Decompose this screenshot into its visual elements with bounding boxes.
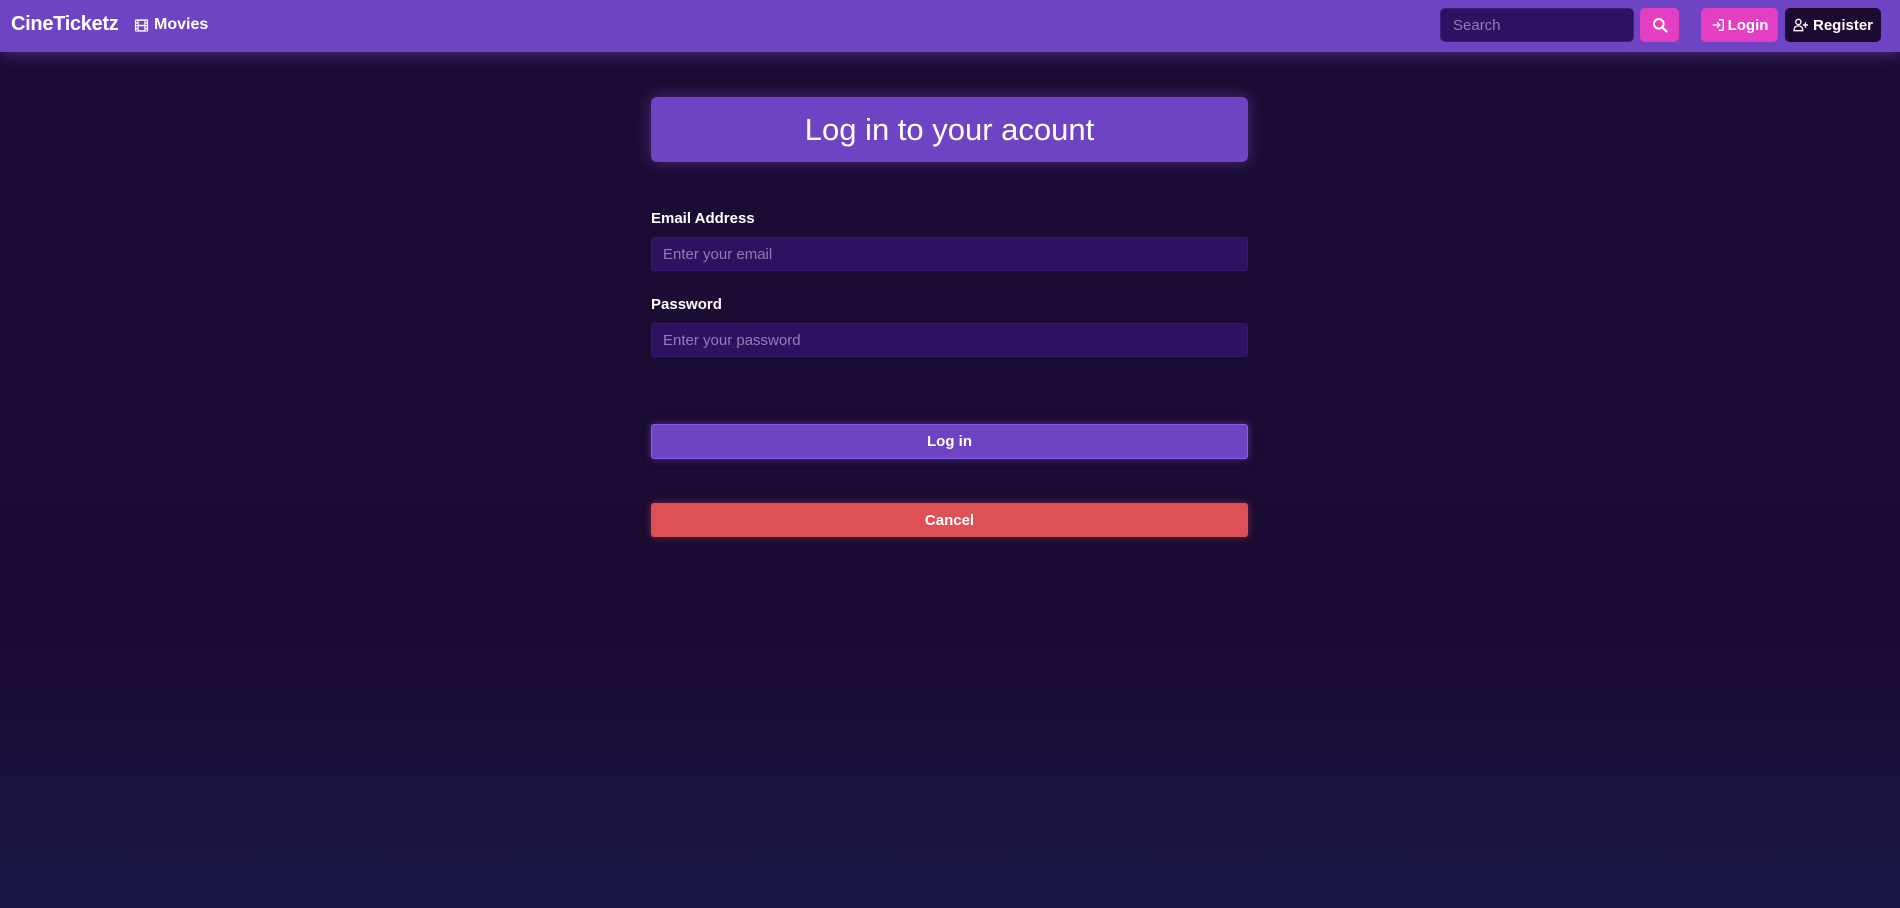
register-button-label: Register xyxy=(1812,16,1874,34)
email-field[interactable] xyxy=(651,237,1248,271)
brand-logo[interactable]: CineTicketz xyxy=(11,13,119,36)
film-icon xyxy=(134,18,149,33)
password-field[interactable] xyxy=(651,323,1248,357)
title-banner: Log in to your acount xyxy=(651,97,1248,162)
page-title: Log in to your acount xyxy=(804,111,1095,147)
search-button[interactable] xyxy=(1640,8,1679,42)
search-input[interactable] xyxy=(1440,8,1634,42)
login-button-label: Login xyxy=(1727,16,1769,34)
search-icon xyxy=(1652,17,1668,33)
cancel-button[interactable]: Cancel xyxy=(651,503,1248,537)
top-navbar: CineTicketz Movies Search Login Register xyxy=(0,0,1900,52)
login-submit-button[interactable]: Log in xyxy=(651,424,1248,459)
sign-in-icon xyxy=(1711,18,1725,32)
nav-link-movies-label: Movies xyxy=(154,16,209,33)
password-label: Password xyxy=(651,296,722,313)
login-button[interactable]: Login xyxy=(1701,8,1778,42)
register-button[interactable]: Register xyxy=(1785,8,1881,42)
email-label: Email Address xyxy=(651,210,755,227)
user-plus-icon xyxy=(1793,18,1809,32)
nav-link-movies[interactable]: Movies xyxy=(134,16,208,34)
